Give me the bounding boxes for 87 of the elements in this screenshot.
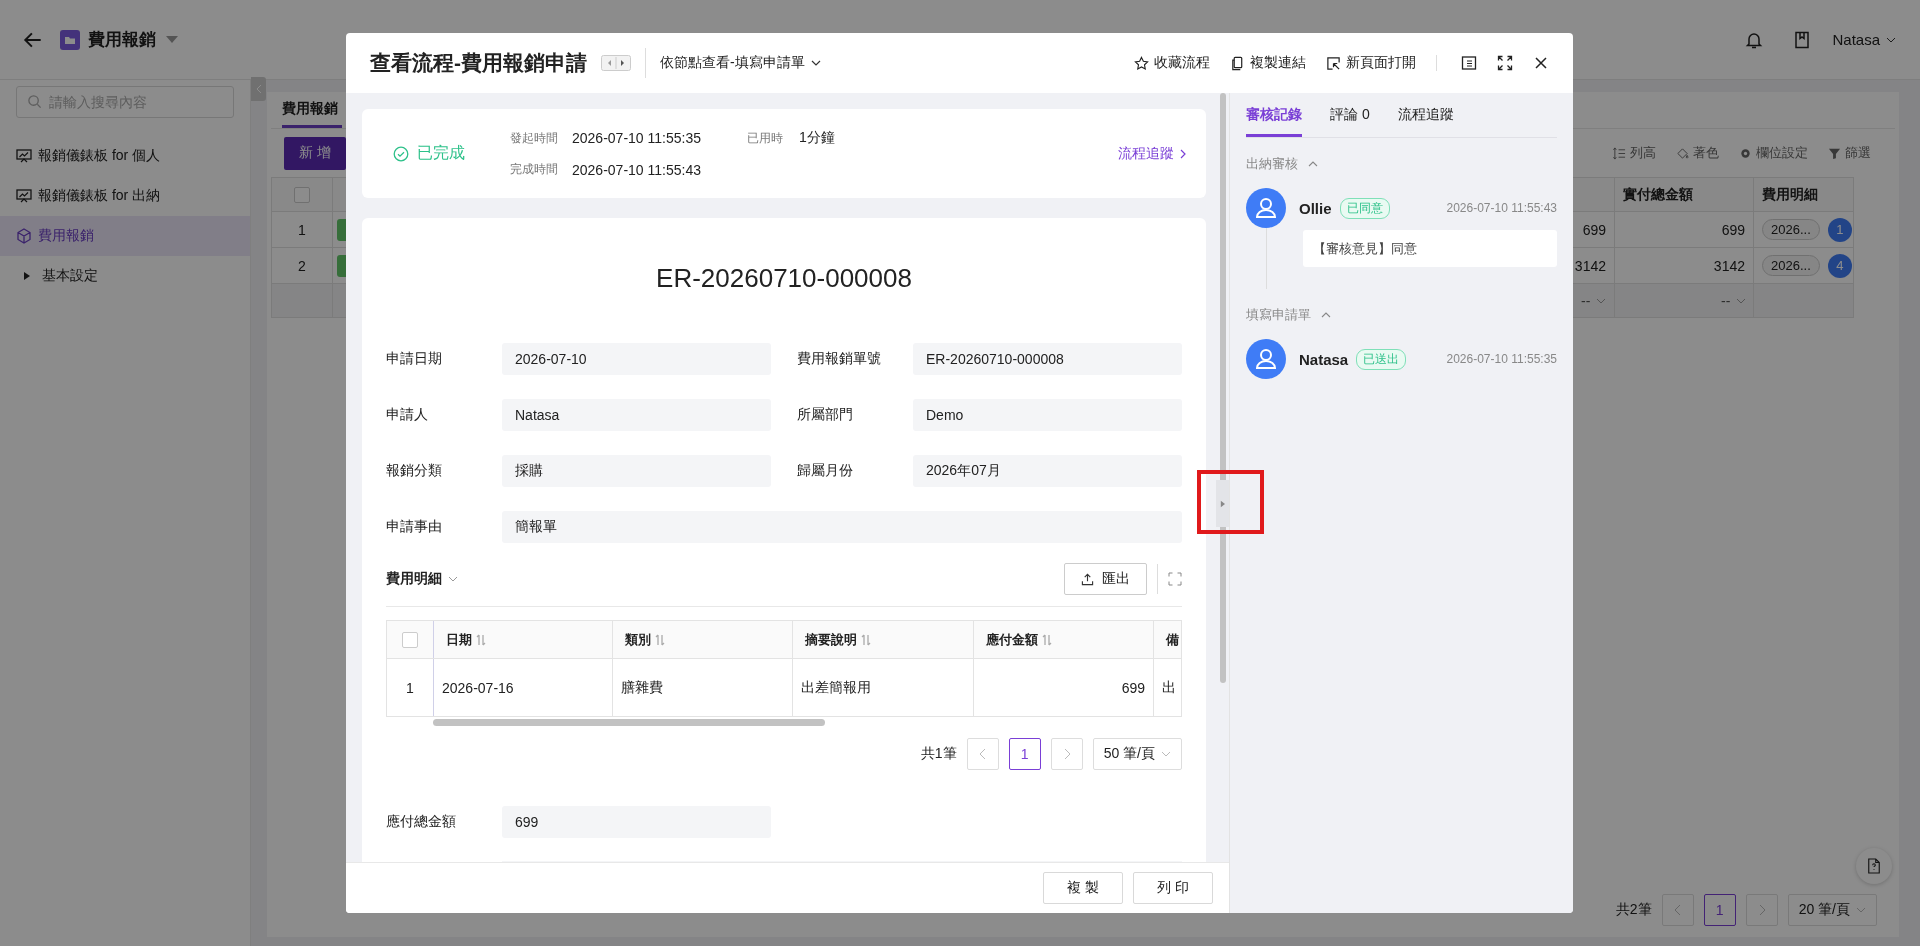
- input-field: 2026-07-10: [502, 343, 771, 375]
- column-header[interactable]: 摘要說明: [793, 621, 974, 658]
- field-label: 費用報銷單號: [797, 350, 882, 368]
- column-header[interactable]: 類別: [613, 621, 793, 658]
- meta-label: 完成時間: [510, 161, 559, 178]
- dialog-title: 查看流程-費用報銷申請: [370, 50, 587, 76]
- app-title: 費用報銷: [88, 29, 156, 51]
- user-menu[interactable]: Natasa: [1832, 31, 1896, 48]
- header-action[interactable]: 收藏流程: [1134, 54, 1210, 72]
- page-size-select[interactable]: 20 筆/頁: [1787, 894, 1877, 926]
- tab[interactable]: 流程追蹤: [1397, 106, 1454, 137]
- table-cell-text: 出: [1161, 677, 1177, 697]
- field-label: 申請人: [386, 406, 429, 424]
- toolbar-button[interactable]: 著色: [1676, 144, 1719, 162]
- field-label: 申請日期: [386, 350, 443, 368]
- column-header: 實付總金額: [1615, 178, 1754, 211]
- timestamp: 2026-07-10 11:55:43: [1446, 201, 1557, 215]
- sidebar-item[interactable]: 費用報銷: [0, 216, 250, 256]
- table-cell: 3142: [1615, 248, 1754, 283]
- status-tag: 已同意: [1339, 197, 1390, 219]
- sidebar-item[interactable]: 報銷儀錶板 for 個人: [0, 136, 250, 176]
- header-action[interactable]: 新頁面打開: [1326, 54, 1416, 72]
- meta-value: 1分鐘: [798, 129, 835, 147]
- input-field: 簡報單: [502, 511, 1182, 543]
- input-field: 2026年07月: [913, 455, 1182, 487]
- form-title: ER-20260710-000008: [655, 262, 913, 295]
- view-select[interactable]: 依節點查看-填寫申請單: [660, 54, 821, 72]
- timestamp: 2026-07-10 11:55:35: [1446, 352, 1557, 366]
- input-field: Demo: [913, 399, 1182, 431]
- summary-select[interactable]: --: [1721, 292, 1747, 309]
- page-size-select[interactable]: 50 筆/頁: [1092, 738, 1182, 770]
- table-cell: 2: [272, 248, 333, 283]
- sidebar-item[interactable]: 基本設定: [0, 256, 250, 296]
- export-button[interactable]: 匯出: [1064, 563, 1147, 595]
- detail-chip[interactable]: 2026...: [1762, 255, 1820, 276]
- meta-label: 已用時: [746, 129, 784, 147]
- trace-link[interactable]: 流程追蹤: [1118, 144, 1186, 163]
- user-name: Ollie: [1299, 199, 1332, 217]
- total-count: 共1筆: [920, 745, 957, 763]
- group-title: 填寫申請單: [1246, 306, 1311, 324]
- table-cell: 699: [974, 659, 1154, 716]
- status-tag: 已送出: [1356, 348, 1407, 370]
- table-cell: 699: [1615, 212, 1754, 247]
- toolbar-button[interactable]: 欄位設定: [1739, 144, 1808, 162]
- page-button[interactable]: 1: [1008, 738, 1041, 770]
- count-badge: 1: [1827, 217, 1852, 242]
- table-cell: 2026-07-16: [434, 659, 613, 716]
- toolbar-button[interactable]: 列高: [1613, 144, 1656, 162]
- meta-label: 發起時間: [510, 129, 559, 147]
- comment-box: 【審核意見】同意: [1303, 230, 1557, 267]
- tab[interactable]: 費用報銷: [282, 100, 342, 128]
- sidebar-item[interactable]: 報銷儀錶板 for 出納: [0, 176, 250, 216]
- toolbar-button[interactable]: 篩選: [1828, 144, 1871, 162]
- tab[interactable]: 審核記錄: [1246, 106, 1302, 137]
- input-field: 699: [502, 806, 771, 838]
- field-label: 應付總金額: [386, 813, 457, 831]
- tab[interactable]: 評論 0: [1330, 106, 1370, 137]
- field-label: 歸屬月份: [797, 462, 854, 480]
- meta-value: 2026-07-10 11:55:43: [572, 161, 701, 178]
- summary-select[interactable]: --: [1581, 292, 1607, 309]
- field-label: 申請事由: [386, 518, 443, 536]
- column-header[interactable]: 備: [1154, 621, 1181, 658]
- header-action[interactable]: 複製連結: [1230, 54, 1306, 72]
- section-title[interactable]: 費用明細: [386, 570, 458, 588]
- table-cell: 1: [272, 212, 333, 247]
- table-cell: 出差簡報用: [793, 659, 974, 716]
- group-title: 出納審核: [1246, 155, 1298, 173]
- table-cell: 膳雜費: [613, 659, 793, 716]
- column-header: 費用明細: [1761, 184, 1819, 204]
- table-cell: 1: [387, 659, 434, 716]
- detail-chip[interactable]: 2026...: [1762, 219, 1820, 240]
- add-button[interactable]: 新 增: [284, 136, 346, 170]
- meta-value: 2026-07-10 11:55:35: [572, 130, 701, 146]
- user-name: Natasa: [1299, 350, 1349, 368]
- column-header[interactable]: 日期: [434, 621, 613, 658]
- footer-button[interactable]: 複 製: [1043, 872, 1123, 904]
- field-label: 報銷分類: [386, 462, 443, 480]
- count-badge: 4: [1827, 253, 1852, 278]
- total-count: 共2筆: [1615, 901, 1652, 919]
- status-label: 已完成: [417, 143, 465, 163]
- input-field: 採購: [502, 455, 771, 487]
- input-field: Natasa: [502, 399, 771, 431]
- column-header[interactable]: 應付金額: [974, 621, 1154, 658]
- footer-button[interactable]: 列 印: [1133, 872, 1213, 904]
- input-field: ER-20260710-000008: [913, 343, 1182, 375]
- field-label: 所屬部門: [797, 406, 854, 424]
- page-button[interactable]: 1: [1703, 894, 1736, 926]
